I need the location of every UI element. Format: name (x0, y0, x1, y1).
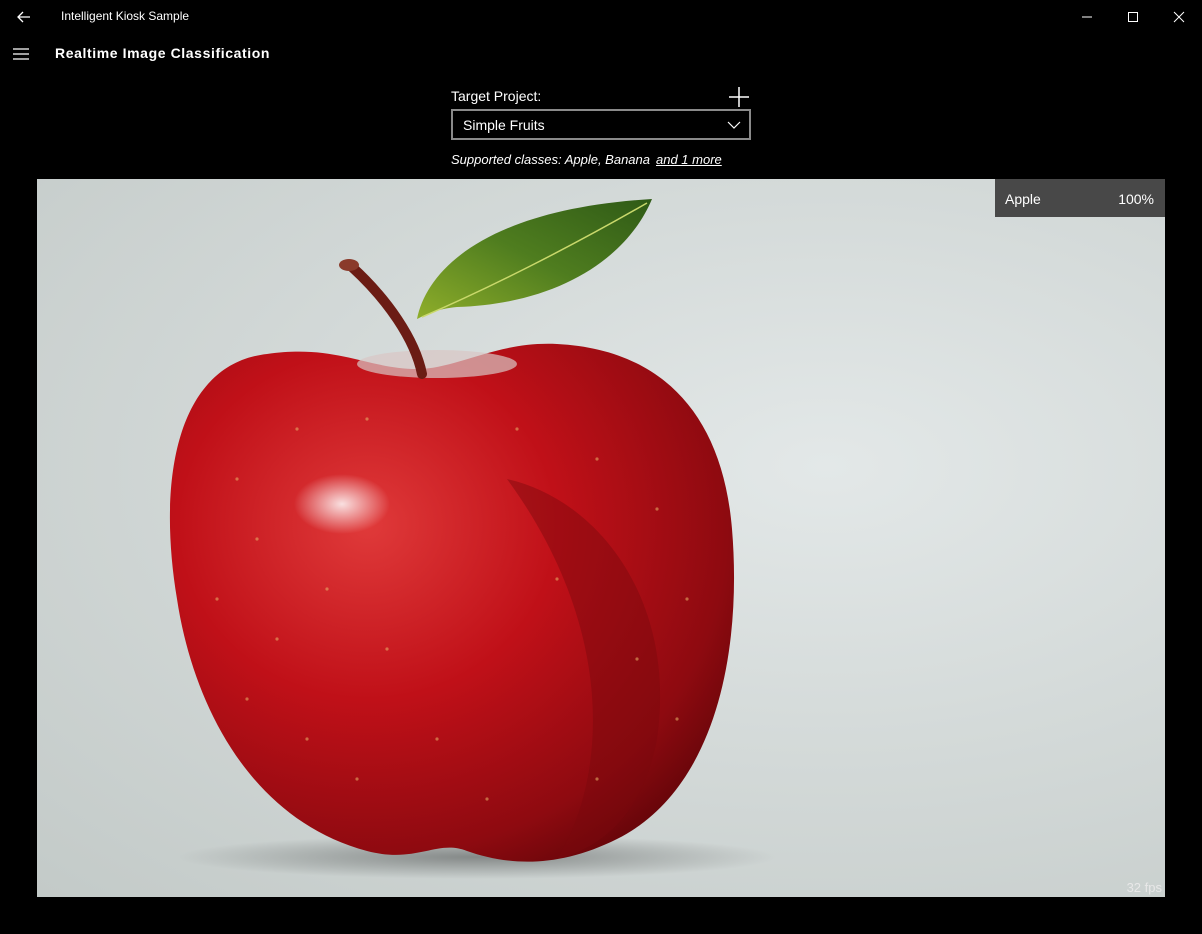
target-project-label: Target Project: (451, 88, 542, 104)
camera-preview: Apple 100% 32 fps (37, 179, 1165, 897)
maximize-icon (1128, 11, 1138, 22)
supported-classes: Supported classes: Apple, Banana and 1 mo… (451, 152, 722, 167)
close-button[interactable] (1156, 0, 1202, 33)
add-project-button[interactable] (727, 85, 751, 109)
close-icon (1173, 11, 1185, 22)
minimize-button[interactable] (1064, 0, 1110, 33)
plus-icon (729, 87, 749, 107)
chevron-down-icon (727, 121, 741, 129)
fps-counter: 32 fps (1126, 880, 1162, 895)
supported-classes-text: Supported classes: Apple, Banana (451, 152, 650, 167)
prediction-badge: Apple 100% (995, 179, 1165, 217)
minimize-icon (1082, 16, 1092, 17)
project-dropdown[interactable]: Simple Fruits (451, 109, 751, 140)
back-button[interactable] (0, 0, 48, 33)
prediction-label: Apple (1005, 191, 1041, 207)
maximize-button[interactable] (1110, 0, 1156, 33)
hamburger-icon (13, 48, 29, 60)
apple-image (169, 199, 777, 879)
menu-button[interactable] (5, 38, 37, 70)
back-arrow-icon (17, 11, 30, 22)
app-title: Intelligent Kiosk Sample (61, 9, 190, 23)
page-title: Realtime Image Classification (55, 45, 271, 61)
title-bar: Intelligent Kiosk Sample (0, 0, 1202, 33)
prediction-score: 100% (1118, 191, 1154, 207)
project-dropdown-value: Simple Fruits (463, 117, 545, 133)
more-classes-link[interactable]: and 1 more (656, 152, 722, 167)
